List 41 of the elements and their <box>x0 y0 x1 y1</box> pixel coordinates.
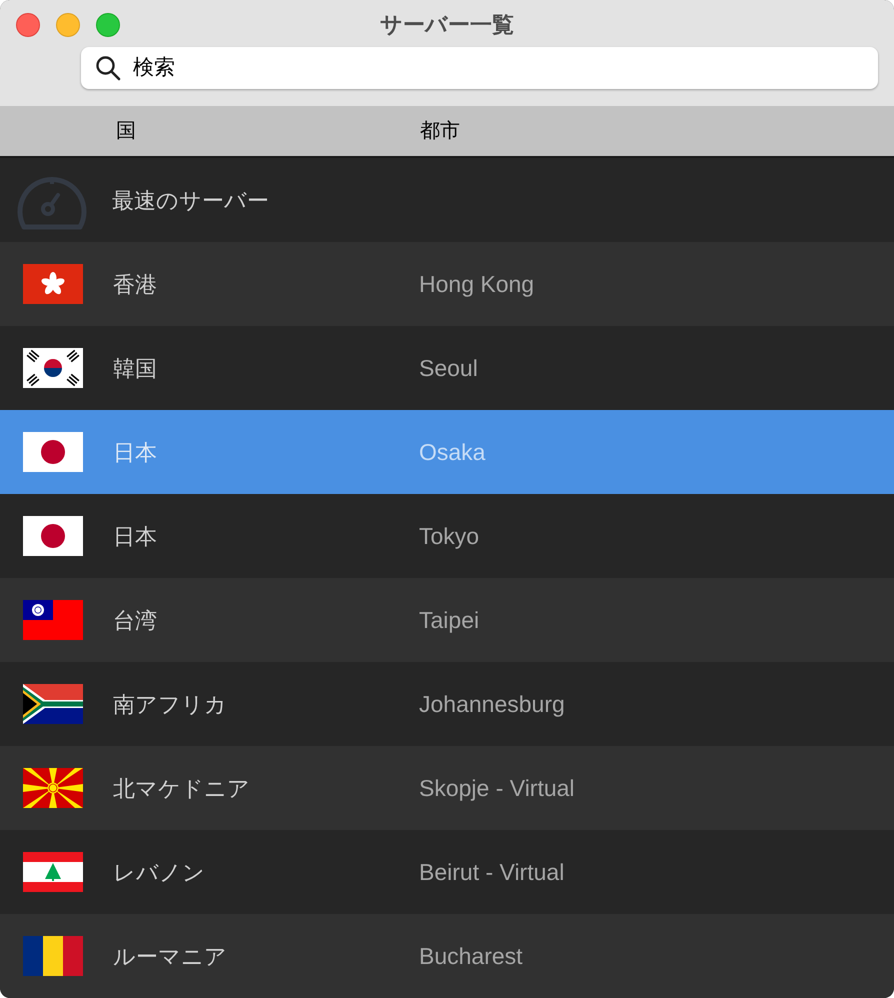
zoom-button[interactable] <box>96 13 120 37</box>
country-name: 日本 <box>113 438 158 466</box>
flag-icon <box>23 936 83 976</box>
city-name: Taipei <box>419 606 480 635</box>
country-name: レバノン <box>113 858 206 886</box>
city-name: Osaka <box>419 438 486 467</box>
city-name: Bucharest <box>419 942 523 971</box>
city-name: Tokyo <box>419 522 480 551</box>
flag-icon <box>23 852 83 892</box>
column-header[interactable]: 都市 <box>420 116 460 146</box>
close-button[interactable] <box>16 13 40 37</box>
country-name: ルーマニア <box>113 942 228 970</box>
flag-icon <box>23 768 83 808</box>
country-name: 台湾 <box>113 606 158 634</box>
country-name: 南アフリカ <box>113 690 228 718</box>
server-row[interactable]: 台湾 Taipei <box>0 578 894 662</box>
city-name: Hong Kong <box>419 270 534 299</box>
flag-icon <box>23 264 83 304</box>
country-name: 香港 <box>113 270 158 298</box>
flag-icon <box>23 684 83 724</box>
flag-icon <box>23 600 83 640</box>
city-name: Johannesburg <box>419 690 565 719</box>
server-row[interactable]: 香港 Hong Kong <box>0 242 894 326</box>
country-name: 北マケドニア <box>113 774 251 802</box>
column-header[interactable]: 国 <box>116 116 420 146</box>
flag-icon <box>23 516 83 556</box>
flag-icon <box>23 432 83 472</box>
city-name: Skopje - Virtual <box>419 774 575 803</box>
search-bar[interactable]: 検索 <box>81 47 878 89</box>
server-row[interactable]: 北マケドニア Skopje - Virtual <box>0 746 894 830</box>
flag-icon <box>23 348 83 388</box>
city-name: Seoul <box>419 354 478 383</box>
server-row[interactable]: ルーマニア Bucharest <box>0 914 894 998</box>
minimize-button[interactable] <box>56 13 80 37</box>
search-field[interactable]: 検索 <box>133 52 864 84</box>
country-name: 最速のサーバー <box>112 186 270 214</box>
search-icon <box>95 55 121 81</box>
country-name: 韓国 <box>113 354 158 382</box>
window-title: サーバー一覧 <box>380 10 514 38</box>
city-name: Beirut - Virtual <box>419 858 564 887</box>
country-name: 日本 <box>113 522 158 550</box>
